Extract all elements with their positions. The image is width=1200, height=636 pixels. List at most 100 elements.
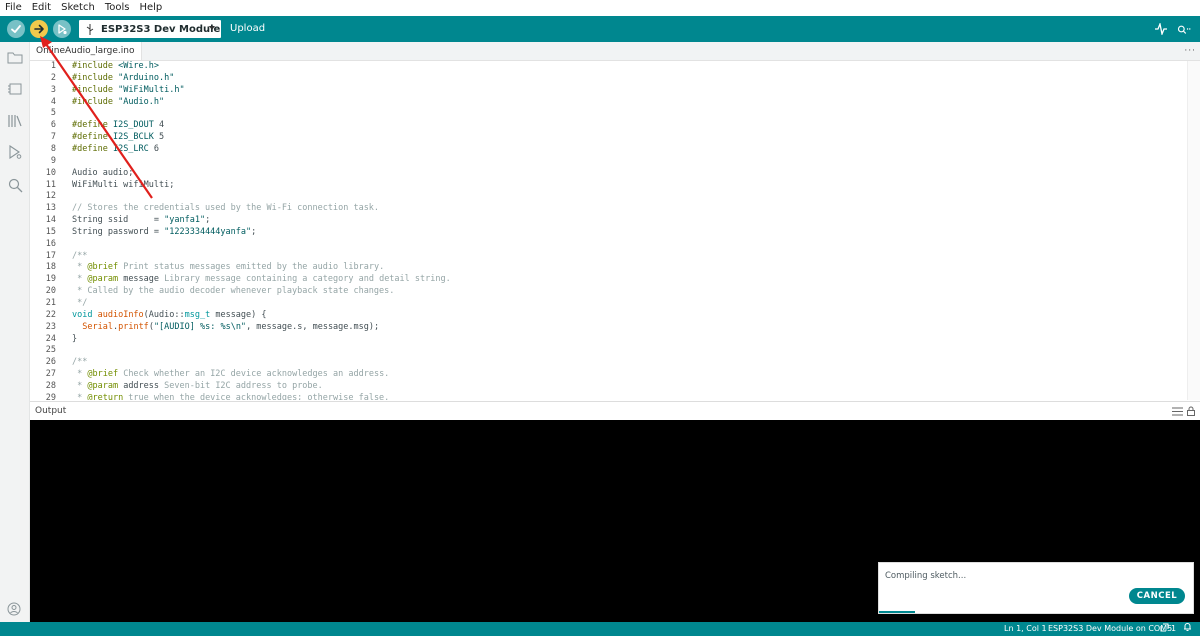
code-line[interactable]: 17 /** — [30, 251, 1200, 263]
usb-icon — [83, 23, 97, 35]
library-manager-button[interactable] — [6, 112, 24, 130]
line-number: 3 — [50, 84, 56, 95]
code-text: #include <Wire.h> — [72, 61, 160, 71]
code-text: * @param message Library message contain… — [72, 274, 451, 285]
code-text: #include "Arduino.h" — [72, 72, 175, 83]
menu-tools[interactable]: Tools — [100, 0, 135, 16]
search-icon — [8, 178, 22, 192]
code-line[interactable]: 12 — [30, 191, 1200, 203]
line-number: 17 — [45, 250, 56, 261]
line-number: 25 — [45, 345, 56, 356]
code-text: * @param address Seven-bit I2C address t… — [72, 380, 323, 391]
code-line[interactable]: 23 Serial.printf("[AUDIO] %s: %s\n", mes… — [30, 322, 1200, 334]
board-selector[interactable]: ESP32S3 Dev Module — [79, 20, 221, 38]
line-number: 24 — [45, 333, 56, 344]
bell-icon[interactable] — [1183, 622, 1192, 636]
more-tabs-icon[interactable]: ··· — [1184, 46, 1196, 56]
code-line[interactable]: 5 — [30, 108, 1200, 120]
menu-sketch[interactable]: Sketch — [56, 0, 100, 16]
menu-edit[interactable]: Edit — [27, 0, 56, 16]
account-icon — [7, 602, 21, 616]
debug-panel-button[interactable] — [6, 143, 24, 161]
menu-bar: File Edit Sketch Tools Help — [0, 0, 1200, 16]
code-text: String password = "1223334444yanfa"; — [72, 226, 257, 237]
tab-bar: OnlineAudio_large.ino ··· — [30, 42, 1200, 61]
search-button[interactable] — [6, 176, 24, 194]
chevron-down-icon — [209, 26, 215, 30]
code-line[interactable]: 15 String password = "1223334444yanfa"; — [30, 227, 1200, 239]
line-number: 8 — [50, 143, 56, 154]
code-line[interactable]: 3 #include "WiFiMulti.h" — [30, 85, 1200, 97]
menu-help[interactable]: Help — [134, 0, 167, 16]
code-line[interactable]: 16 — [30, 239, 1200, 251]
code-line[interactable]: 10 Audio audio; — [30, 168, 1200, 180]
output-header: Output — [30, 401, 1200, 420]
code-line[interactable]: 18 * @brief Print status messages emitte… — [30, 262, 1200, 274]
line-number: 22 — [45, 309, 56, 320]
code-line[interactable]: 9 — [30, 156, 1200, 168]
line-number: 27 — [45, 369, 56, 380]
code-line[interactable]: 7 #define I2S_BCLK 5 — [30, 132, 1200, 144]
code-line[interactable]: 1 #include <Wire.h> — [30, 61, 1200, 73]
code-line[interactable]: 22 void audioInfo(Audio::msg_t message) { — [30, 310, 1200, 322]
code-text: Serial.printf("[AUDIO] %s: %s\n", messag… — [82, 321, 380, 332]
code-line[interactable]: 11 WiFiMulti wifiMulti; — [30, 180, 1200, 192]
code-line[interactable]: 8 #define I2S_LRC 6 — [30, 144, 1200, 156]
check-icon — [11, 25, 21, 33]
code-text: #include "WiFiMulti.h" — [72, 84, 185, 95]
code-text: * @return true when the device acknowled… — [72, 392, 390, 400]
code-editor[interactable]: 1 #include <Wire.h> 2 #include "Arduino.h" 3… — [30, 61, 1200, 400]
code-line[interactable]: 13 // Stores the credentials used by the … — [30, 203, 1200, 215]
serial-monitor-button[interactable] — [1176, 21, 1192, 37]
line-number: 11 — [45, 179, 56, 190]
code-text: String ssid = "yanfa1"; — [72, 215, 211, 226]
tab-sketch-file[interactable]: OnlineAudio_large.ino — [30, 42, 142, 60]
notifications-icon[interactable] — [1160, 622, 1169, 636]
upload-tooltip-label: Upload — [230, 23, 266, 34]
line-number: 26 — [45, 357, 56, 368]
line-number: 5 — [50, 108, 56, 119]
upload-button[interactable] — [30, 20, 48, 38]
code-text: #define I2S_LRC 6 — [72, 143, 160, 154]
code-text: Audio audio; — [72, 167, 134, 178]
line-number: 6 — [50, 120, 56, 131]
serial-plotter-button[interactable] — [1153, 21, 1169, 37]
line-number: 4 — [50, 96, 56, 107]
code-line[interactable]: 24} — [30, 334, 1200, 346]
code-line[interactable]: 19 * @param message Library message cont… — [30, 274, 1200, 286]
line-number: 18 — [45, 262, 56, 273]
code-line[interactable]: 26 /** — [30, 357, 1200, 369]
library-icon — [8, 115, 22, 127]
account-button[interactable] — [6, 601, 22, 617]
code-line[interactable]: 28 * @param address Seven-bit I2C addres… — [30, 381, 1200, 393]
toggle-scroll-button[interactable] — [1171, 406, 1183, 416]
debug-button[interactable] — [53, 20, 71, 38]
status-bar: Ln 1, Col 1 ESP32S3 Dev Module on COM5 1 — [0, 602, 1200, 636]
boards-manager-button[interactable] — [6, 80, 24, 98]
line-number: 28 — [45, 380, 56, 391]
debug-panel-icon — [9, 145, 22, 159]
code-line[interactable]: 21 */ — [30, 298, 1200, 310]
verify-button[interactable] — [7, 20, 25, 38]
code-text: WiFiMulti wifiMulti; — [72, 179, 175, 190]
cancel-button[interactable]: CANCEL — [1129, 588, 1185, 604]
code-text: void audioInfo(Audio::msg_t message) { — [72, 309, 267, 320]
code-line[interactable]: 29 * @return true when the device acknow… — [30, 393, 1200, 400]
code-line[interactable]: 6 #define I2S_DOUT 4 — [30, 120, 1200, 132]
code-line[interactable]: 4 #include "Audio.h" — [30, 97, 1200, 109]
code-line[interactable]: 2 #include "Arduino.h" — [30, 73, 1200, 85]
menu-file[interactable]: File — [0, 0, 27, 16]
board-port-status[interactable]: ESP32S3 Dev Module on COM5 — [1048, 622, 1172, 636]
code-line[interactable]: 14 String ssid = "yanfa1"; — [30, 215, 1200, 227]
board-icon — [8, 83, 22, 95]
clear-output-button[interactable] — [1185, 406, 1197, 416]
serial-monitor-icon — [1177, 25, 1191, 34]
sketchbook-button[interactable] — [6, 48, 24, 66]
code-line[interactable]: 27 * @brief Check whether an I2C device … — [30, 369, 1200, 381]
code-text: #include "Audio.h" — [72, 96, 165, 107]
code-line[interactable]: 25 — [30, 345, 1200, 357]
code-line[interactable]: 20 * Called by the audio decoder wheneve… — [30, 286, 1200, 298]
output-title: Output — [35, 406, 67, 416]
serial-plotter-icon — [1155, 23, 1167, 35]
board-name: ESP32S3 Dev Module — [101, 23, 221, 35]
